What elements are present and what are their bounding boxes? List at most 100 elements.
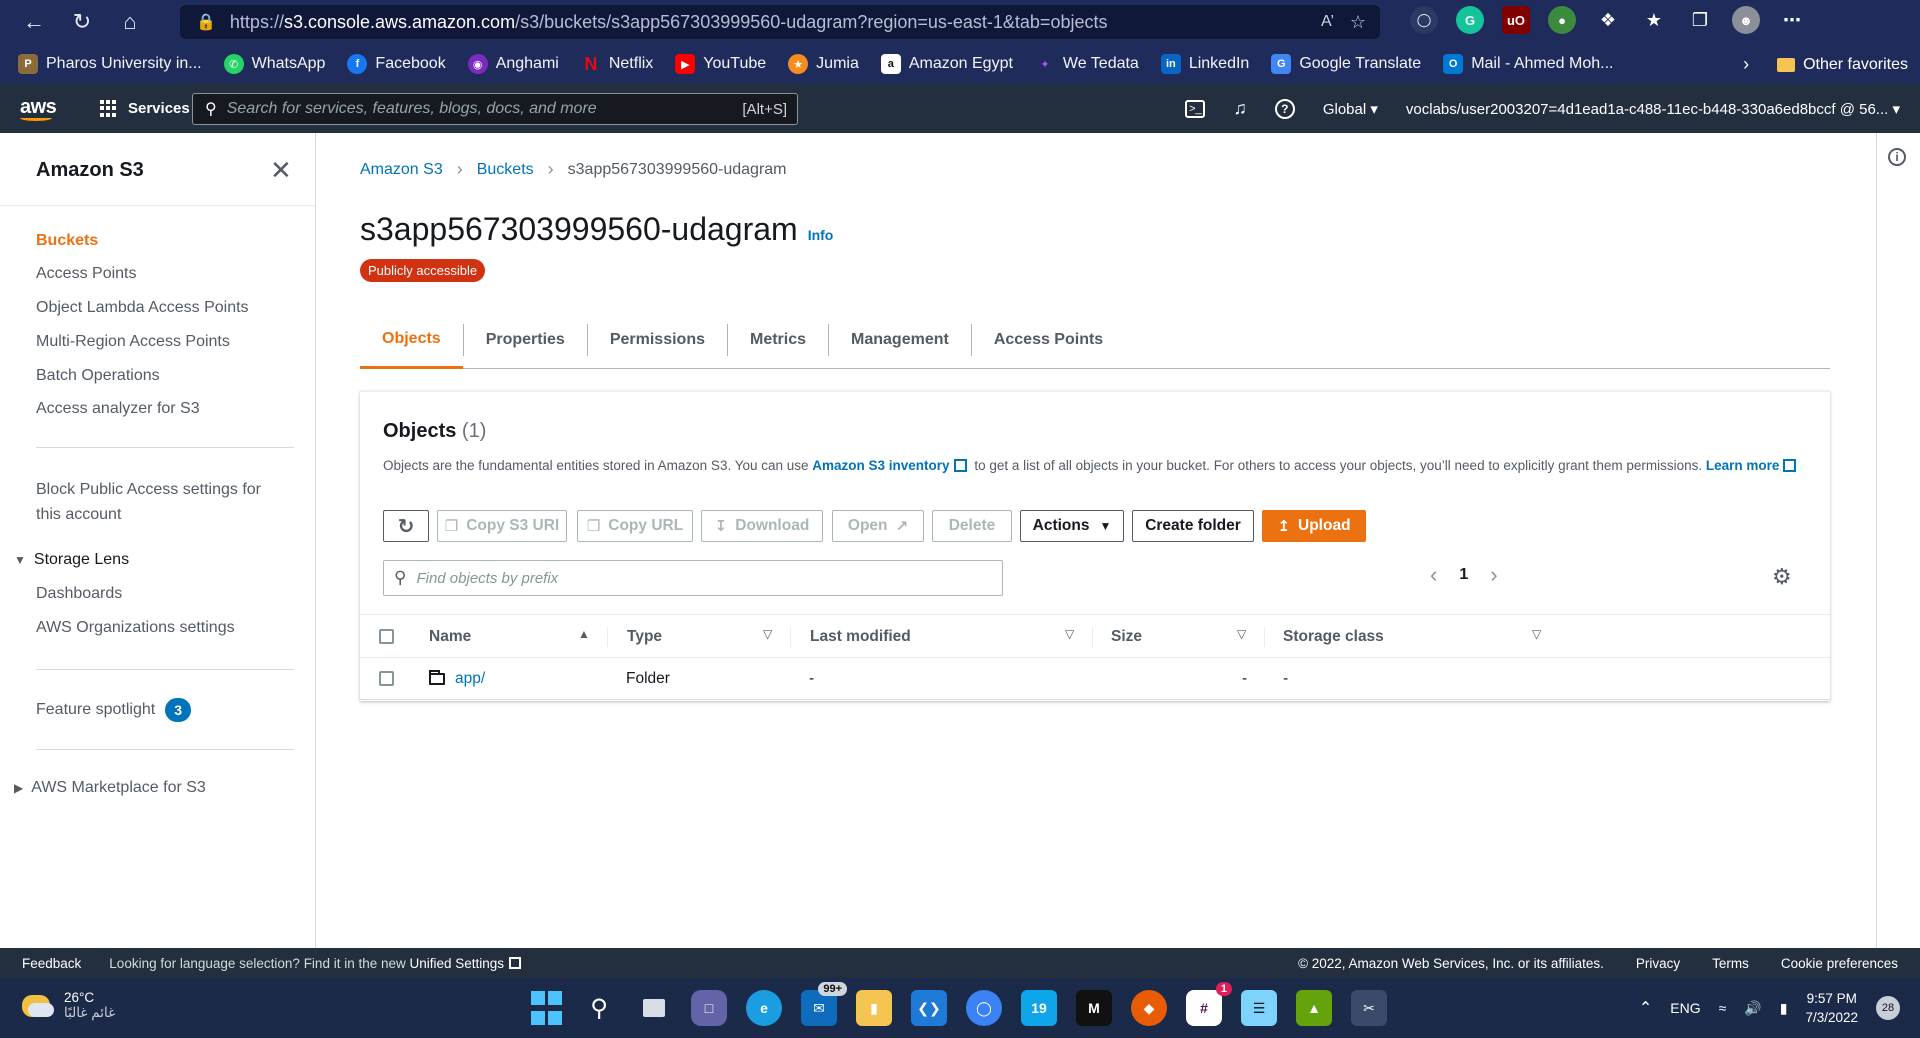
- column-last-modified[interactable]: Last modified: [810, 615, 911, 659]
- tab-access-points[interactable]: Access Points: [972, 311, 1125, 369]
- favorite-star-icon[interactable]: ☆: [1350, 12, 1366, 33]
- sidebar-item-buckets[interactable]: Buckets: [36, 232, 98, 250]
- read-aloud-icon[interactable]: A’: [1321, 13, 1334, 31]
- chevron-up-icon[interactable]: ⌃: [1639, 998, 1652, 1018]
- address-bar[interactable]: 🔒 https://s3.console.aws.amazon.com/s3/b…: [180, 5, 1380, 39]
- select-all-checkbox[interactable]: [379, 629, 394, 644]
- sort-icon[interactable]: ▽: [1237, 627, 1246, 641]
- account-menu[interactable]: voclabs/user2003207=4d1ead1a-c488-11ec-b…: [1406, 100, 1900, 118]
- app-gamepad-icon[interactable]: ◆: [1131, 990, 1167, 1026]
- sidebar-item-access-analyzer[interactable]: Access analyzer for S3: [36, 400, 200, 418]
- more-menu-icon[interactable]: ⋯: [1778, 6, 1806, 34]
- extension-icon[interactable]: ◯: [1410, 6, 1438, 34]
- extensions-puzzle-icon[interactable]: ❖: [1594, 6, 1622, 34]
- tab-management[interactable]: Management: [829, 311, 971, 369]
- refresh-button[interactable]: ↻: [383, 510, 429, 542]
- sort-icon[interactable]: ▽: [763, 627, 772, 641]
- sidebar-item-org-settings[interactable]: AWS Organizations settings: [36, 619, 235, 637]
- bookmark-mail[interactable]: O Mail - Ahmed Moh...: [1443, 54, 1613, 74]
- column-name[interactable]: Name: [429, 615, 471, 659]
- task-view-icon[interactable]: [636, 990, 672, 1026]
- help-icon[interactable]: ?: [1274, 98, 1295, 119]
- info-panel-icon[interactable]: i: [1888, 148, 1906, 166]
- learn-more-link[interactable]: Learn more: [1706, 458, 1780, 473]
- copy-url-button[interactable]: ❐ Copy URL: [577, 510, 693, 542]
- bookmark-we-tedata[interactable]: ✦ We Tedata: [1035, 54, 1139, 74]
- marketplace-section[interactable]: ▶ AWS Marketplace for S3: [14, 779, 206, 797]
- notifications-bell-icon[interactable]: ♫: [1233, 98, 1247, 119]
- unified-settings-link[interactable]: Unified Settings: [410, 956, 505, 971]
- aws-search-input[interactable]: ⚲ Search for services, features, blogs, …: [192, 93, 798, 125]
- weather-widget[interactable]: 26°C غائم غالبًا: [22, 990, 115, 1021]
- profile-avatar-icon[interactable]: ☻: [1732, 6, 1760, 34]
- mail-icon[interactable]: ✉ 99+: [801, 982, 847, 1026]
- services-menu[interactable]: Services: [100, 99, 190, 118]
- breadcrumb-amazon-s3[interactable]: Amazon S3: [360, 161, 443, 179]
- bookmark-linkedin[interactable]: in LinkedIn: [1160, 54, 1249, 74]
- upload-button[interactable]: ↥ Upload: [1262, 510, 1366, 542]
- ublock-icon[interactable]: uO: [1502, 6, 1530, 34]
- bookmark-netflix[interactable]: N Netflix: [581, 54, 653, 74]
- collections-icon[interactable]: ❐: [1686, 6, 1714, 34]
- page-number[interactable]: 1: [1459, 566, 1468, 584]
- sort-icon[interactable]: ▽: [1532, 627, 1541, 641]
- bookmark-pharos[interactable]: P Pharos University in...: [18, 54, 202, 74]
- bookmark-facebook[interactable]: f Facebook: [347, 54, 446, 74]
- column-storage-class[interactable]: Storage class: [1283, 615, 1384, 659]
- column-type[interactable]: Type: [627, 615, 662, 659]
- tab-permissions[interactable]: Permissions: [588, 311, 727, 369]
- cloudshell-icon[interactable]: >_: [1185, 99, 1206, 118]
- app-circle-icon[interactable]: ◯: [966, 990, 1002, 1026]
- chevron-left-icon[interactable]: ‹: [1430, 562, 1437, 588]
- notification-count[interactable]: 28: [1876, 996, 1900, 1020]
- privacy-link[interactable]: Privacy: [1636, 956, 1680, 971]
- create-folder-button[interactable]: Create folder: [1132, 510, 1254, 542]
- feedback-link[interactable]: Feedback: [22, 956, 81, 971]
- volume-icon[interactable]: 🔊: [1744, 1000, 1761, 1017]
- refresh-icon[interactable]: ↻: [62, 0, 102, 44]
- copy-s3-uri-button[interactable]: ❐ Copy S3 URI: [437, 510, 567, 542]
- bookmark-youtube[interactable]: ▶ YouTube: [675, 54, 766, 74]
- chevron-right-icon[interactable]: ›: [1743, 54, 1749, 75]
- inventory-link[interactable]: Amazon S3 inventory: [812, 458, 949, 473]
- aws-logo[interactable]: aws: [20, 96, 60, 121]
- back-icon[interactable]: ←: [14, 0, 54, 44]
- sidebar-item-access-points[interactable]: Access Points: [36, 265, 136, 283]
- edge-icon[interactable]: e: [746, 990, 782, 1026]
- find-objects-input[interactable]: ⚲ Find objects by prefix: [383, 560, 1003, 596]
- terms-link[interactable]: Terms: [1712, 956, 1749, 971]
- sidebar-item-object-lambda[interactable]: Object Lambda Access Points: [36, 299, 249, 317]
- bookmark-anghami[interactable]: ◉ Anghami: [467, 54, 559, 74]
- open-button[interactable]: Open ↗: [832, 510, 924, 542]
- home-icon[interactable]: ⌂: [110, 0, 150, 44]
- delete-button[interactable]: Delete: [932, 510, 1012, 542]
- row-checkbox[interactable]: [379, 671, 394, 686]
- vscode-icon[interactable]: ❮❯: [911, 990, 947, 1026]
- info-link[interactable]: Info: [808, 227, 834, 243]
- bookmark-jumia[interactable]: ★ Jumia: [788, 54, 859, 74]
- bookmark-amazon-egypt[interactable]: a Amazon Egypt: [880, 54, 1013, 74]
- wifi-icon[interactable]: ≈: [1719, 1000, 1727, 1016]
- sidebar-item-block-public-access[interactable]: Block Public Access settings for this ac…: [36, 477, 261, 527]
- clock[interactable]: 9:57 PM 7/3/2022: [1805, 989, 1858, 1027]
- close-icon[interactable]: ✕: [270, 155, 292, 186]
- windows-start-icon[interactable]: [530, 990, 562, 1026]
- grammarly-icon[interactable]: G: [1456, 6, 1484, 34]
- breadcrumb-buckets[interactable]: Buckets: [477, 161, 534, 179]
- search-icon[interactable]: ⚲: [581, 990, 617, 1026]
- object-name-cell[interactable]: app/: [429, 658, 485, 700]
- tab-metrics[interactable]: Metrics: [728, 311, 828, 369]
- chevron-right-icon[interactable]: ›: [1490, 562, 1497, 588]
- sidebar-item-multi-region[interactable]: Multi-Region Access Points: [36, 333, 230, 351]
- bookmark-google-translate[interactable]: G Google Translate: [1271, 54, 1421, 74]
- other-favorites[interactable]: Other favorites: [1803, 56, 1908, 74]
- cookie-preferences-link[interactable]: Cookie preferences: [1781, 956, 1898, 971]
- file-explorer-icon[interactable]: ▮: [856, 990, 892, 1026]
- extension-globe-icon[interactable]: ●: [1548, 6, 1576, 34]
- region-selector[interactable]: Global ▾: [1323, 100, 1378, 118]
- favorites-icon[interactable]: ★: [1640, 6, 1668, 34]
- sort-icon[interactable]: ▽: [1065, 627, 1074, 641]
- tab-objects[interactable]: Objects: [360, 311, 463, 369]
- folder-link[interactable]: app/: [455, 670, 485, 688]
- gear-icon[interactable]: ⚙: [1772, 564, 1792, 590]
